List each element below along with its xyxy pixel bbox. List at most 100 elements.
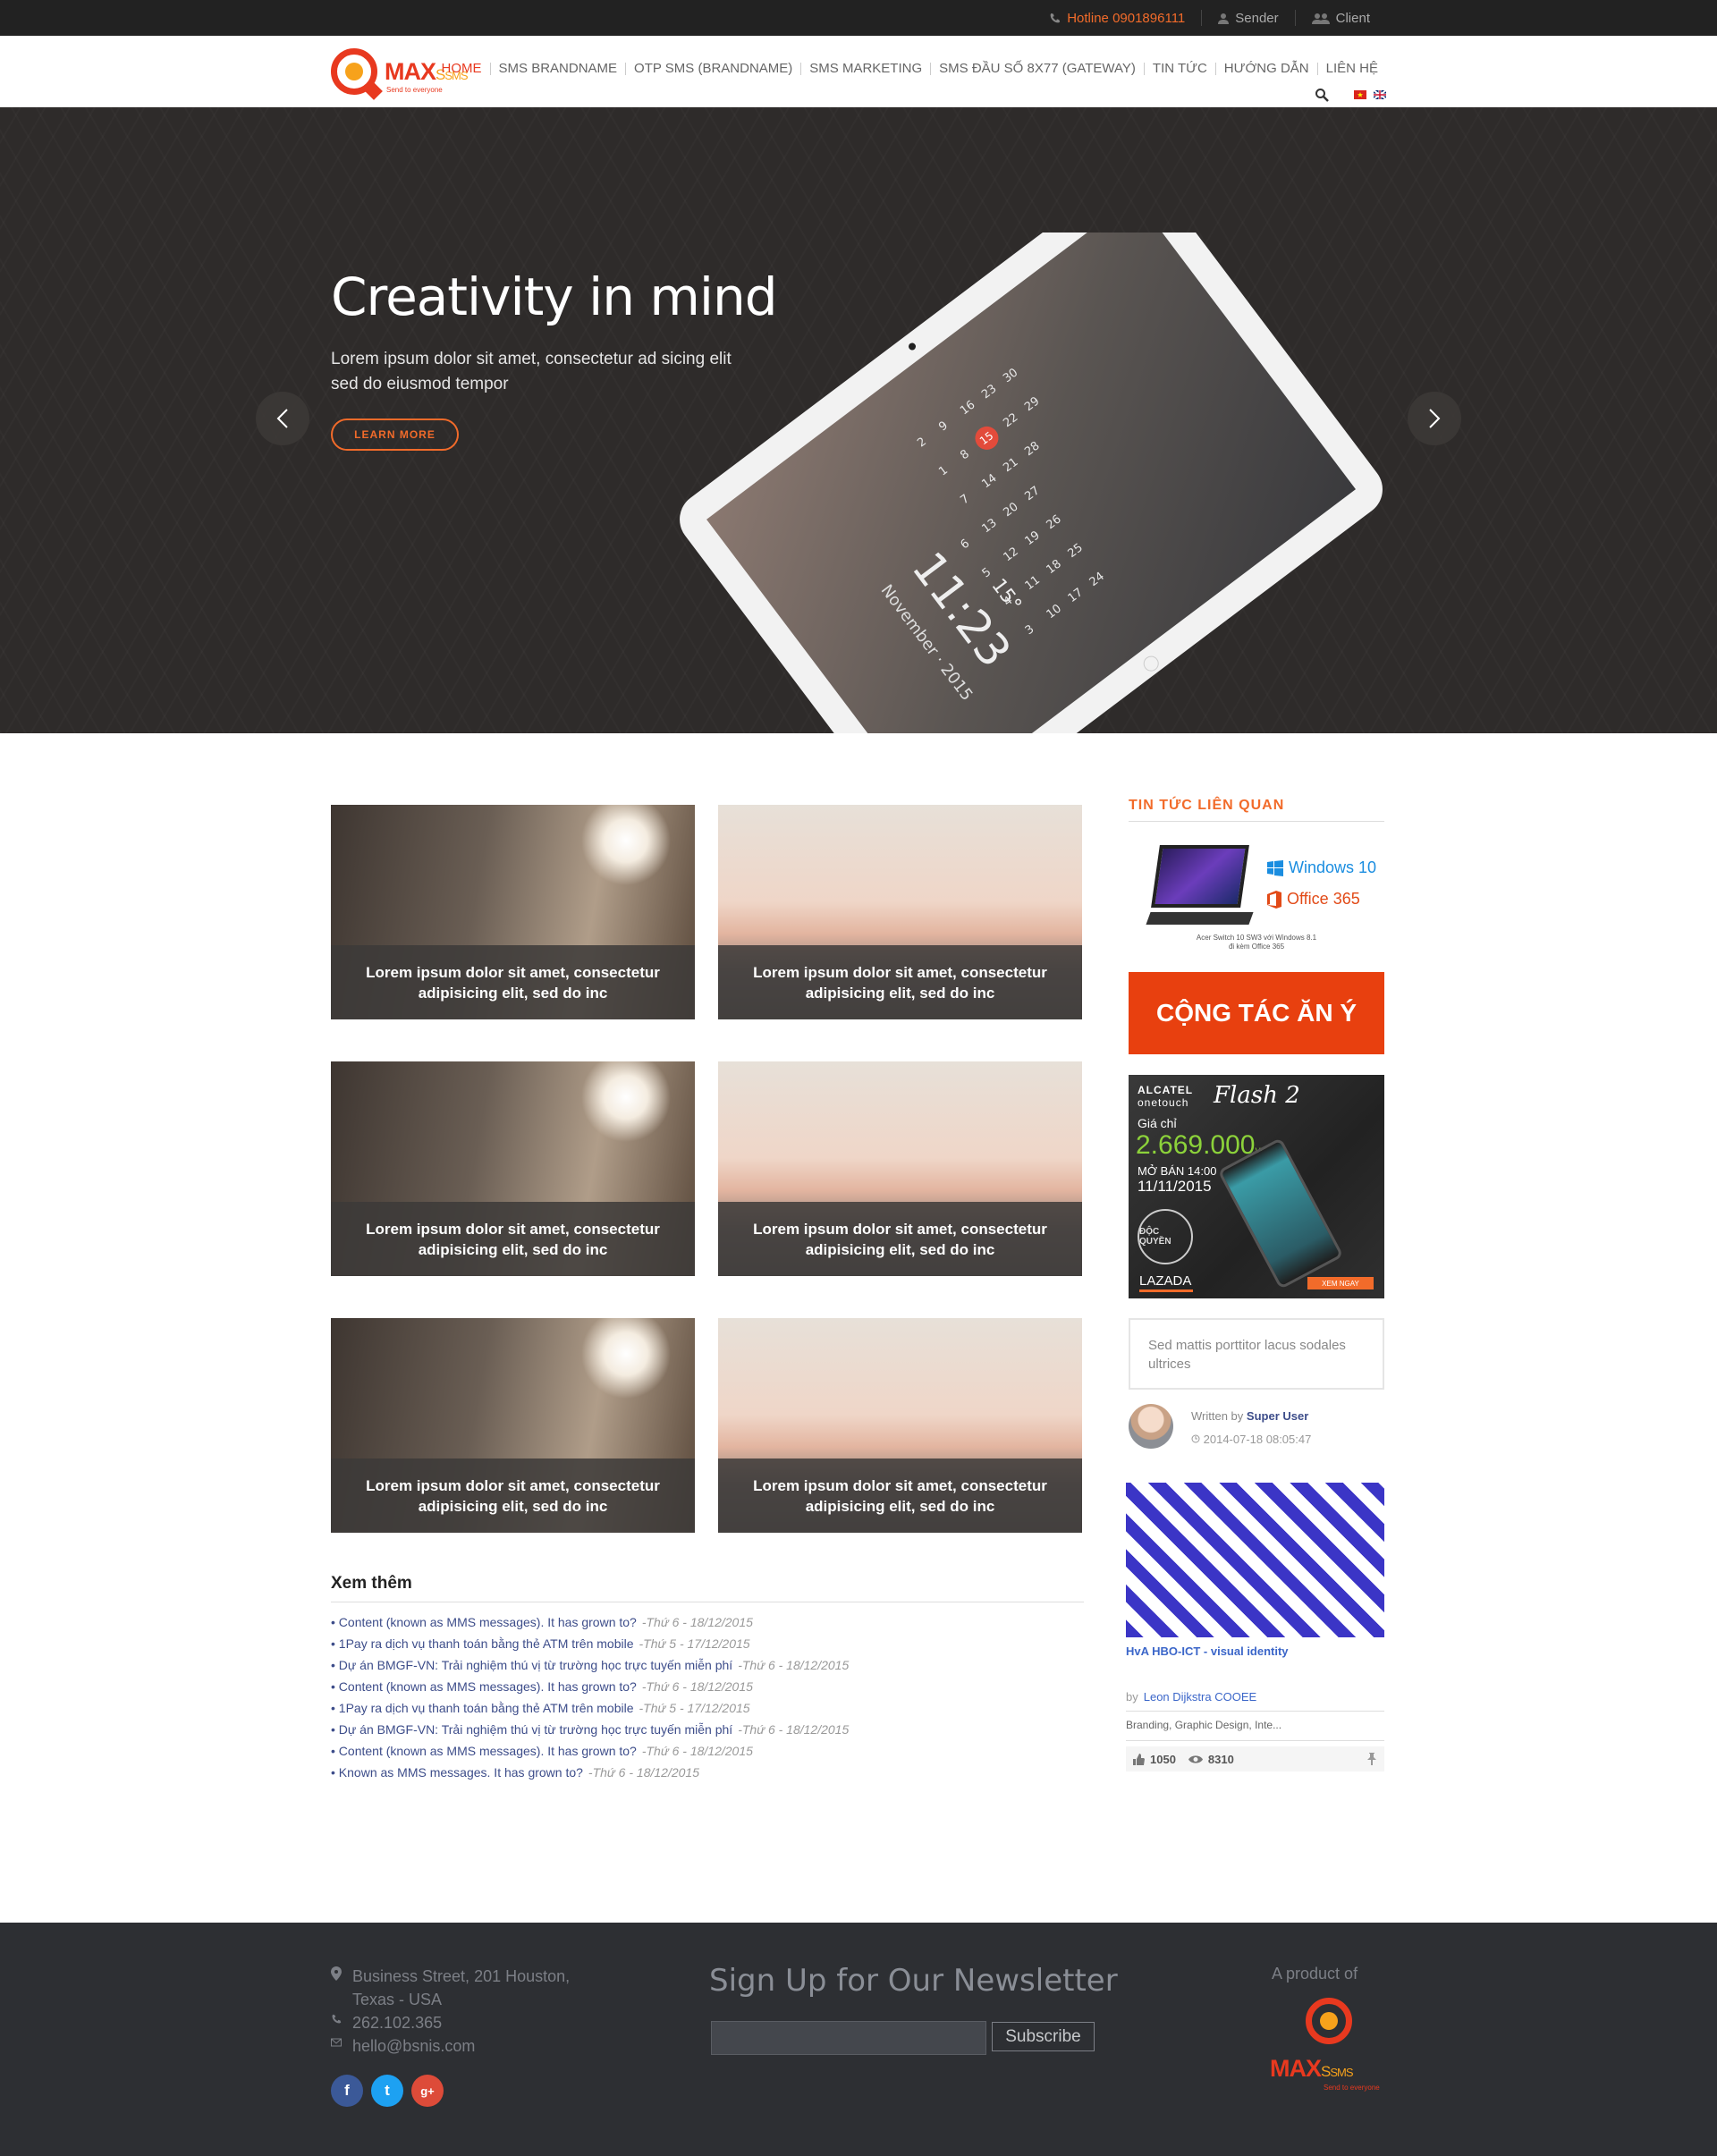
behance-widget: HvA HBO-ICT - visual identity by Leon Dij… xyxy=(1126,1483,1384,1771)
exclusive-badge: ĐỘC QUYỀN xyxy=(1138,1209,1193,1264)
nav-home[interactable]: HOME xyxy=(434,62,490,75)
search-icon[interactable] xyxy=(1315,88,1329,102)
twitter-icon[interactable]: t xyxy=(371,2075,403,2107)
map-pin-icon xyxy=(331,1966,342,1981)
lazada-date: 11/11/2015 xyxy=(1138,1178,1212,1195)
google-plus-icon[interactable]: g+ xyxy=(411,2075,444,2107)
avatar xyxy=(1129,1404,1173,1449)
behance-stats: 1050 8310 xyxy=(1126,1746,1384,1771)
sender-link[interactable]: Sender xyxy=(1201,10,1294,26)
testimonial-author: Written by Super User 2014-07-18 08:05:4… xyxy=(1129,1404,1384,1453)
list-item[interactable]: • Dự án BMGF-VN: Trải nghiệm thú vị từ t… xyxy=(331,1654,1084,1676)
card-caption: Lorem ipsum dolor sit amet, consectetur … xyxy=(718,945,1082,1019)
user-icon xyxy=(1218,13,1230,24)
footer-logo-tagline: Send to everyone xyxy=(1324,2084,1380,2092)
vietnam-flag-icon[interactable] xyxy=(1354,90,1366,99)
news-card[interactable]: Lorem ipsum dolor sit amet, consectetur … xyxy=(718,805,1082,1019)
view-now-button[interactable]: XEM NGAY xyxy=(1307,1277,1374,1289)
news-card[interactable]: Lorem ipsum dolor sit amet, consectetur … xyxy=(718,1318,1082,1533)
card-caption: Lorem ipsum dolor sit amet, consectetur … xyxy=(331,1202,695,1276)
lazada-model: Flash 2 xyxy=(1214,1082,1300,1109)
sidebar-title: TIN TỨC LIÊN QUAN xyxy=(1129,798,1384,822)
news-card[interactable]: Lorem ipsum dolor sit amet, consectetur … xyxy=(331,1061,695,1276)
nav-sms-brandname[interactable]: SMS BRANDNAME xyxy=(489,62,626,75)
phone-icon xyxy=(332,2014,342,2024)
newsletter-email-input[interactable] xyxy=(711,2021,986,2055)
pin-icon[interactable] xyxy=(1366,1753,1377,1765)
address: Business Street, 201 Houston, Texas - USA xyxy=(331,1965,570,2011)
phone-image xyxy=(1217,1137,1344,1289)
facebook-icon[interactable]: f xyxy=(331,2075,363,2107)
news-card[interactable]: Lorem ipsum dolor sit amet, consectetur … xyxy=(331,1318,695,1533)
written-by: Written by Super User xyxy=(1191,1409,1309,1423)
behance-likes: 1050 xyxy=(1150,1752,1176,1766)
logo-tagline: Send to everyone xyxy=(386,86,443,94)
footer-logo-text: MAXSSMS xyxy=(1270,2055,1354,2082)
behance-project-title[interactable]: HvA HBO-ICT - visual identity xyxy=(1126,1644,1384,1658)
tablet-image: 11:23 November · 2015 15° 29162330 18222… xyxy=(680,233,1383,733)
footer-logo[interactable]: MAXSSMS Send to everyone xyxy=(1270,1998,1386,2096)
card-caption: Lorem ipsum dolor sit amet, consectetur … xyxy=(718,1458,1082,1533)
lazada-sale: MỞ BÁN 14:00 xyxy=(1138,1164,1217,1178)
laptop-image xyxy=(1151,845,1249,908)
acer-caption: Acer Switch 10 SW3 với Windows 8.1 đi kèm… xyxy=(1196,934,1317,951)
lazada-logo: LAZADA xyxy=(1139,1273,1192,1289)
contact-info: Business Street, 201 Houston, Texas - USA… xyxy=(331,1965,570,2058)
slider-next-button[interactable] xyxy=(1408,392,1461,445)
laptop-keyboard xyxy=(1146,912,1254,925)
nav-news[interactable]: TIN TỨC xyxy=(1143,62,1215,75)
learn-more-button[interactable]: LEARN MORE xyxy=(331,419,459,451)
nav-contact[interactable]: LIÊN HỆ xyxy=(1316,62,1386,75)
product-of: A product of xyxy=(1272,1965,1358,1983)
uk-flag-icon[interactable] xyxy=(1374,90,1386,99)
clock-icon xyxy=(1191,1434,1200,1443)
windows-icon xyxy=(1267,859,1283,876)
news-card[interactable]: Lorem ipsum dolor sit amet, consectetur … xyxy=(331,805,695,1019)
card-caption: Lorem ipsum dolor sit amet, consectetur … xyxy=(331,945,695,1019)
main-nav: HOME SMS BRANDNAME OTP SMS (BRANDNAME) S… xyxy=(434,62,1386,75)
nav-sms-marketing[interactable]: SMS MARKETING xyxy=(800,62,930,75)
lazada-underline xyxy=(1139,1289,1193,1292)
hotline[interactable]: Hotline 0901896111 xyxy=(1033,10,1201,26)
client-label: Client xyxy=(1335,10,1370,26)
mail-icon xyxy=(331,2038,342,2047)
lazada-price-label: Giá chỉ xyxy=(1138,1116,1177,1130)
eye-icon xyxy=(1188,1754,1203,1763)
list-item[interactable]: • Dự án BMGF-VN: Trải nghiệm thú vị từ t… xyxy=(331,1719,1084,1740)
thumbs-up-icon xyxy=(1133,1753,1145,1765)
email[interactable]: hello@bsnis.com xyxy=(331,2034,570,2058)
sender-label: Sender xyxy=(1235,10,1279,26)
card-caption: Lorem ipsum dolor sit amet, consectetur … xyxy=(718,1202,1082,1276)
news-card[interactable]: Lorem ipsum dolor sit amet, consectetur … xyxy=(718,1061,1082,1276)
subscribe-button[interactable]: Subscribe xyxy=(992,2022,1095,2051)
slider-prev-button[interactable] xyxy=(256,392,309,445)
behance-views: 8310 xyxy=(1207,1752,1234,1766)
card-caption: Lorem ipsum dolor sit amet, consectetur … xyxy=(331,1458,695,1533)
lazada-ad[interactable]: ALCATEL onetouch Flash 2 Giá chỉ 2.669.00… xyxy=(1129,1075,1384,1298)
promo-banner[interactable]: CỘNG TÁC ĂN Ý xyxy=(1129,972,1384,1054)
list-item[interactable]: • Content (known as MMS messages). It ha… xyxy=(331,1676,1084,1697)
list-item[interactable]: • 1Pay ra dịch vụ thanh toán bằng thẻ AT… xyxy=(331,1633,1084,1654)
lazada-brand: ALCATEL onetouch xyxy=(1138,1084,1194,1109)
nav-sms-gateway[interactable]: SMS ĐẦU SỐ 8X77 (GATEWAY) xyxy=(930,62,1144,75)
nav-guide[interactable]: HƯỚNG DẪN xyxy=(1214,62,1317,75)
behance-author: by Leon Dijkstra COOEE xyxy=(1126,1690,1384,1712)
hotline-text: Hotline 0901896111 xyxy=(1067,10,1186,26)
list-item[interactable]: • Known as MMS messages. It has grown to… xyxy=(331,1762,1084,1783)
list-item[interactable]: • 1Pay ra dịch vụ thanh toán bằng thẻ AT… xyxy=(331,1697,1084,1719)
list-item[interactable]: • Content (known as MMS messages). It ha… xyxy=(331,1740,1084,1762)
client-link[interactable]: Client xyxy=(1294,10,1386,26)
see-more-title: Xem thêm xyxy=(331,1574,1084,1602)
hero-slider: Creativity in mind Lorem ipsum dolor sit… xyxy=(0,107,1717,733)
acer-ad[interactable]: Windows 10 Office 365 Acer Switch 10 SW3… xyxy=(1129,841,1384,957)
nav-otp-sms[interactable]: OTP SMS (BRANDNAME) xyxy=(625,62,800,75)
office-icon xyxy=(1267,890,1281,909)
office-logo: Office 365 xyxy=(1267,890,1360,909)
footer: Business Street, 201 Houston, Texas - USA… xyxy=(0,1923,1717,2156)
header: MAXSSMS Send to everyone HOME SMS BRANDN… xyxy=(0,36,1717,107)
post-date: 2014-07-18 08:05:47 xyxy=(1191,1433,1311,1446)
list-item[interactable]: • Content (known as MMS messages). It ha… xyxy=(331,1611,1084,1633)
see-more-section: Xem thêm • Content (known as MMS message… xyxy=(331,1574,1084,1783)
behance-project-image[interactable] xyxy=(1126,1483,1384,1637)
users-icon xyxy=(1311,13,1330,24)
